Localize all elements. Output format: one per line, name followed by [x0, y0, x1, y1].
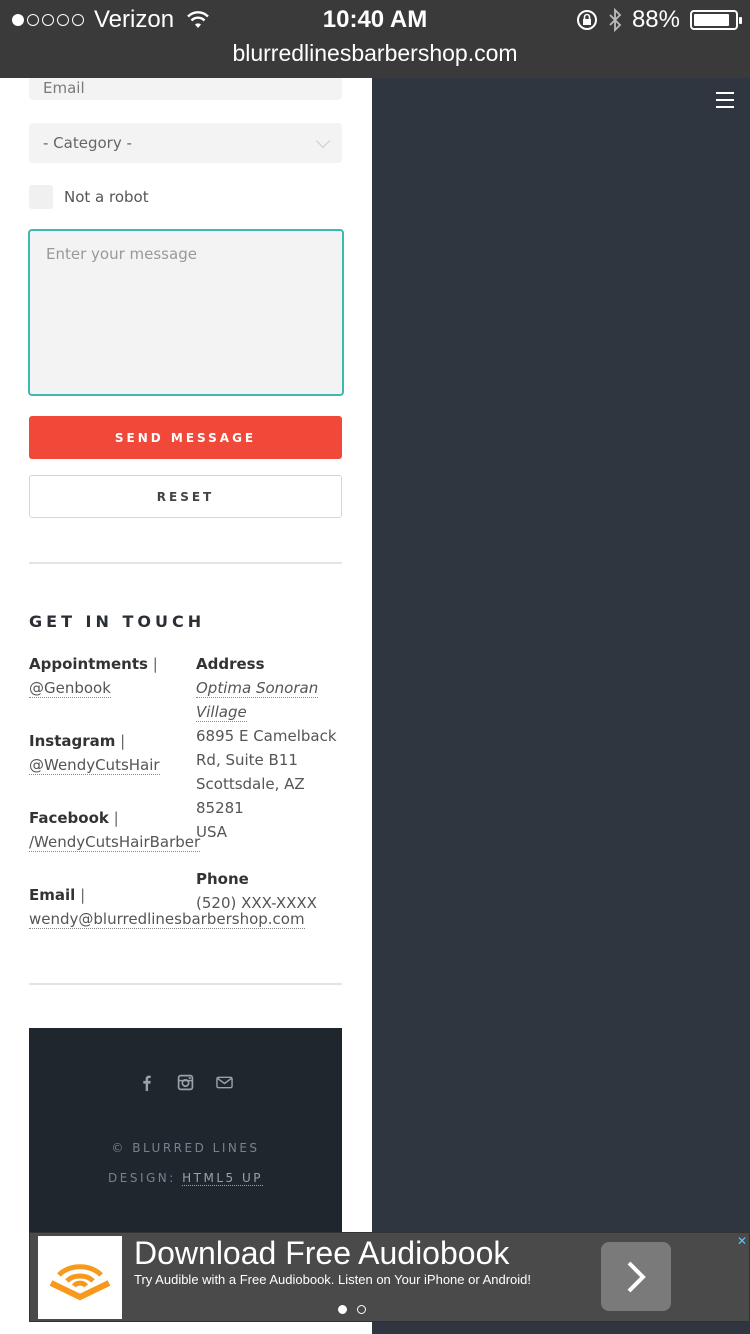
audible-logo-icon [38, 1236, 122, 1319]
separator: | [113, 809, 119, 827]
address-line: 85281 [196, 799, 244, 817]
instagram-link[interactable]: @WendyCutsHair [29, 756, 160, 775]
robot-check: Not a robot [29, 185, 149, 209]
address-block: Address Optima Sonoran Village 6895 E Ca… [196, 652, 346, 915]
contact-email: Email | wendy@blurredlinesbarbershop.com [29, 883, 305, 931]
genbook-link[interactable]: @Genbook [29, 679, 111, 698]
category-select[interactable]: - Category - [29, 123, 342, 163]
side-panel [372, 78, 750, 1334]
ad-page-dot[interactable] [357, 1305, 366, 1314]
main-content: Email - Category - Not a robot Enter you… [0, 78, 372, 1334]
ad-description: Try Audible with a Free Audiobook. Liste… [134, 1272, 532, 1287]
chevron-right-icon [627, 1261, 646, 1292]
address-line: Scottsdale, AZ [196, 775, 305, 793]
message-placeholder: Enter your message [46, 245, 197, 263]
email-field[interactable]: Email [29, 78, 342, 100]
address-label: Address [196, 655, 265, 673]
address-line: 6895 E Camelback [196, 727, 337, 745]
venue-link[interactable]: Optima Sonoran [196, 679, 319, 698]
envelope-icon[interactable] [216, 1074, 233, 1091]
robot-label: Not a robot [64, 188, 149, 206]
separator: | [120, 732, 126, 750]
divider [29, 983, 342, 985]
facebook-icon[interactable] [138, 1074, 155, 1091]
email-label: Email [29, 886, 76, 904]
battery-icon [690, 10, 742, 30]
venue-link-line2[interactable]: Village [196, 703, 247, 722]
section-title: GET IN TOUCH [29, 612, 206, 631]
design-prefix: DESIGN: [108, 1171, 176, 1185]
footer: © BLURRED LINES DESIGN: HTML5 UP [29, 1028, 342, 1238]
phone-label: Phone [196, 870, 249, 888]
category-value: - Category - [43, 134, 132, 152]
html5up-link[interactable]: HTML5 UP [182, 1171, 263, 1186]
ad-title: Download Free Audiobook [134, 1235, 510, 1271]
message-textarea[interactable]: Enter your message [28, 229, 344, 396]
facebook-label: Facebook [29, 809, 109, 827]
contact-appointments: Appointments | @Genbook [29, 652, 204, 700]
ad-page-dot[interactable] [338, 1305, 347, 1314]
instagram-label: Instagram [29, 732, 116, 750]
separator: | [152, 655, 158, 673]
separator: | [80, 886, 86, 904]
phone-block: Phone (520) XXX-XXXX [196, 867, 346, 915]
social-links [29, 1074, 342, 1091]
contact-links: Appointments | @Genbook Instagram | @Wen… [29, 652, 305, 960]
address-line: USA [196, 823, 228, 841]
facebook-link[interactable]: /WendyCutsHairBarber [29, 833, 201, 852]
email-placeholder: Email [43, 79, 85, 97]
status-bar: Verizon 10:40 AM 88% blurredlinesbarbers… [0, 0, 750, 78]
url-bar[interactable]: blurredlinesbarbershop.com [0, 40, 750, 67]
hamburger-menu-icon[interactable] [716, 92, 734, 108]
phone-number[interactable]: (520) XXX-XXXX [196, 894, 317, 912]
instagram-icon[interactable] [177, 1074, 194, 1091]
ad-banner[interactable]: Download Free Audiobook Try Audible with… [29, 1232, 750, 1322]
ad-close-icon[interactable]: ✕ [737, 1234, 747, 1248]
send-message-button[interactable]: SEND MESSAGE [29, 416, 342, 459]
divider [29, 562, 342, 564]
contact-facebook: Facebook | /WendyCutsHairBarber [29, 806, 204, 854]
ad-cta-button[interactable] [601, 1242, 671, 1311]
appointments-label: Appointments [29, 655, 148, 673]
bluetooth-icon [609, 8, 622, 32]
ad-pagination [338, 1305, 366, 1314]
address-line: Rd, Suite B11 [196, 751, 298, 769]
copyright: © BLURRED LINES [111, 1141, 260, 1155]
contact-instagram: Instagram | @WendyCutsHair [29, 729, 204, 777]
reset-button[interactable]: RESET [29, 475, 342, 518]
chevron-down-icon [315, 133, 331, 149]
status-right: 88% [576, 6, 742, 34]
battery-percent: 88% [631, 6, 680, 33]
robot-checkbox[interactable] [29, 185, 53, 209]
design-credit: DESIGN: HTML5 UP [29, 1171, 342, 1186]
rotation-lock-icon [576, 10, 597, 30]
